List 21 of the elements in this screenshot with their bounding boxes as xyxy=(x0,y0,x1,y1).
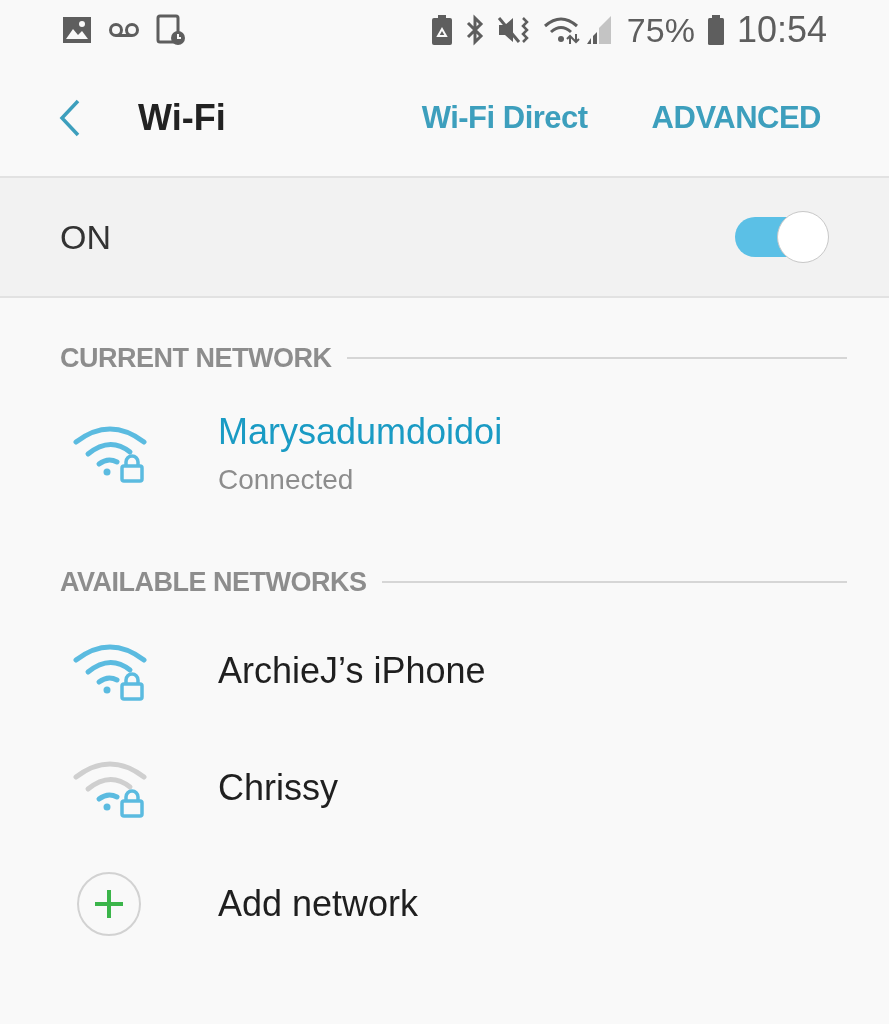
back-icon xyxy=(58,98,82,138)
master-switch-row[interactable]: ON xyxy=(0,178,889,298)
switch-label: ON xyxy=(60,216,112,258)
tablet-clock-icon xyxy=(156,14,186,46)
section-heading: AVAILABLE NETWORKS xyxy=(60,565,367,599)
page-title: Wi-Fi xyxy=(138,96,226,140)
bluetooth-icon xyxy=(464,14,485,46)
vibrate-mute-icon xyxy=(496,14,531,46)
section-heading: CURRENT NETWORK xyxy=(60,341,332,375)
connection-status: Connected xyxy=(218,463,355,497)
add-circle-icon xyxy=(76,870,142,937)
toggle-switch[interactable] xyxy=(733,210,829,264)
voicemail-icon xyxy=(108,22,140,38)
network-name[interactable]: ArchieJ’s iPhone xyxy=(218,643,486,698)
add-network-link[interactable]: Add network xyxy=(218,876,419,931)
battery-percent: 75% xyxy=(626,9,695,51)
clock: 10:54 xyxy=(736,8,827,52)
network-name[interactable]: Chrissy xyxy=(218,760,338,815)
battery-icon xyxy=(706,14,725,46)
image-icon xyxy=(62,16,92,44)
battery-recycle-icon xyxy=(430,14,453,46)
